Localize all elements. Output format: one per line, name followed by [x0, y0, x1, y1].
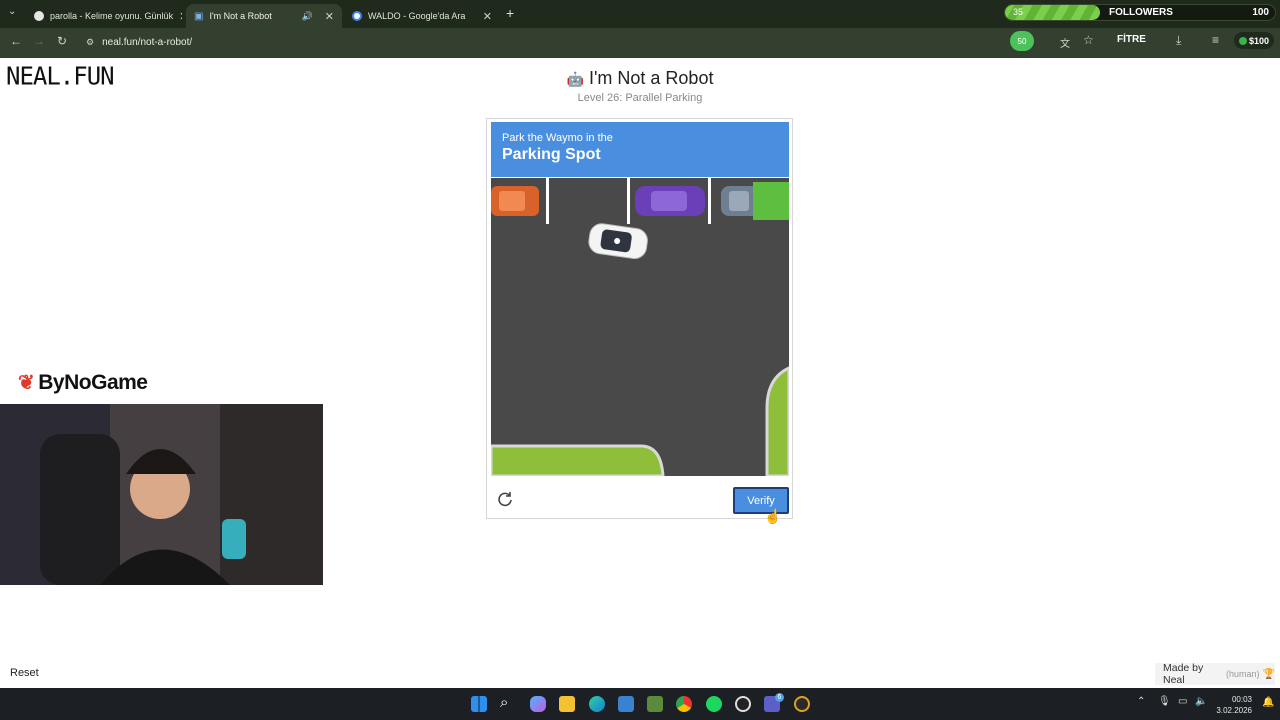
translate-icon[interactable]: 文 — [1060, 35, 1070, 50]
orange-car-icon — [491, 186, 539, 216]
bynogame-flame-icon: ❦ — [18, 372, 35, 394]
extension-badge[interactable]: 50 — [1010, 31, 1034, 51]
minecraft-icon[interactable] — [647, 696, 663, 712]
spotify-icon[interactable] — [706, 696, 722, 712]
search-icon[interactable]: ⌕ — [500, 694, 508, 711]
close-tab-icon[interactable]: ✕ — [179, 10, 182, 23]
bynogame-text: ByNoGame — [38, 370, 148, 394]
site-info-icon[interactable]: ⚙ — [86, 37, 94, 48]
money-value: $100 — [1248, 35, 1270, 46]
clock-date: 3.02.2026 — [1216, 706, 1252, 715]
file-explorer-icon[interactable] — [559, 696, 575, 712]
close-tab-icon[interactable]: ✕ — [325, 10, 334, 23]
teams-badge: 6 — [775, 693, 784, 702]
money-badge[interactable]: $100 — [1234, 32, 1274, 49]
taskbar — [0, 688, 1280, 720]
page-title: 🤖 I'm Not a Robot — [540, 68, 740, 89]
microphone-icon[interactable]: 🎙 — [1158, 696, 1171, 707]
made-by-human-note: (human) — [1226, 669, 1260, 679]
refresh-challenge-icon[interactable] — [496, 490, 516, 510]
tab-list-chevron-icon[interactable]: ⌄ — [8, 6, 16, 17]
clock-time: 00:03 — [1231, 695, 1252, 704]
app-icon[interactable] — [794, 696, 810, 712]
store-icon[interactable] — [618, 696, 634, 712]
extension-badge-value: 50 — [1017, 36, 1027, 46]
webcam-feed — [0, 404, 323, 585]
captcha-header: Park the Waymo in the Parking Spot — [491, 122, 789, 177]
grass-curb — [491, 444, 665, 476]
waymo-car-icon — [588, 223, 648, 259]
new-tab-icon[interactable]: + — [506, 5, 514, 21]
parking-line — [627, 178, 630, 224]
tab-waldo[interactable]: WALDO - Google'da Ara ✕ — [344, 4, 500, 28]
made-by-credit[interactable]: Made by Neal (human) 🏆 — [1155, 662, 1275, 686]
forward-icon[interactable]: → — [33, 34, 45, 48]
purple-car-icon — [635, 186, 705, 216]
followers-count: 35 — [1013, 7, 1024, 17]
tab-label: WALDO - Google'da Ara — [368, 11, 466, 21]
download-icon[interactable]: ⤓ — [1176, 33, 1181, 48]
filter-label[interactable]: FİTRE — [1117, 34, 1146, 45]
webcam-scene — [0, 404, 323, 585]
clock[interactable]: 00:03 3.02.2026 — [1210, 694, 1252, 716]
tab-parolla[interactable]: parolla - Kelime oyunu. Günlük ✕ — [26, 4, 182, 28]
captcha-instruction: Park the Waymo in the — [502, 132, 613, 144]
followers-bar: 35 FOLLOWERS 100 — [1004, 4, 1276, 21]
tab-label: I'm Not a Robot — [209, 11, 272, 21]
site-logo[interactable]: NEAL.FUN — [6, 61, 115, 90]
volume-icon[interactable]: 🔈 — [1195, 696, 1207, 707]
copilot-icon[interactable] — [530, 696, 546, 712]
tab-bar: ⌄ parolla - Kelime oyunu. Günlük ✕ ▣ I'm… — [0, 0, 1280, 28]
media-list-icon[interactable]: ≡ — [1212, 33, 1219, 47]
obs-icon[interactable] — [735, 696, 751, 712]
parking-line — [708, 178, 711, 224]
trophy-icon: 🏆 — [1262, 668, 1275, 680]
back-icon[interactable]: ← — [10, 34, 22, 48]
close-tab-icon[interactable]: ✕ — [483, 10, 492, 23]
robot-favicon-icon: ▣ — [194, 10, 204, 22]
google-favicon-icon — [352, 11, 362, 21]
address-bar[interactable]: ⚙ neal.fun/not-a-robot/ — [86, 32, 1016, 52]
reload-icon[interactable]: ↻ — [57, 34, 67, 48]
grass-curb — [765, 366, 789, 476]
parking-lot[interactable] — [491, 178, 789, 476]
followers-label: FOLLOWERS — [1109, 7, 1173, 18]
level-subtitle: Level 26: Parallel Parking — [577, 92, 703, 104]
edge-icon[interactable] — [589, 696, 605, 712]
coin-icon — [1238, 36, 1247, 45]
robot-icon: 🤖 — [566, 71, 584, 87]
notifications-icon[interactable]: 🔔 — [1262, 697, 1274, 708]
tab-not-a-robot[interactable]: ▣ I'm Not a Robot 🔊 ✕ — [186, 4, 342, 28]
made-by-text: Made by Neal — [1163, 662, 1204, 686]
followers-goal: 100 — [1252, 7, 1269, 18]
chrome-icon[interactable] — [676, 696, 692, 712]
reset-button[interactable]: Reset — [10, 667, 39, 679]
bynogame-logo: ❦ ByNoGame — [18, 370, 148, 395]
mouse-cursor-icon: ☝ — [764, 508, 782, 524]
parking-line — [546, 178, 549, 224]
page-title-text: I'm Not a Robot — [588, 68, 714, 88]
hedge — [753, 182, 789, 220]
captcha-target: Parking Spot — [502, 146, 601, 163]
speaker-icon[interactable]: 🔊 — [302, 11, 313, 22]
network-icon[interactable]: ▭ — [1178, 696, 1187, 707]
bookmark-star-icon[interactable]: ☆ — [1083, 33, 1094, 47]
tray-chevron-icon[interactable]: ⌃ — [1137, 696, 1145, 707]
url-text: neal.fun/not-a-robot/ — [102, 36, 193, 48]
parking-lot-scene — [491, 178, 789, 476]
parolla-favicon-icon — [34, 11, 44, 21]
windows-start-icon[interactable] — [471, 696, 487, 712]
tab-label: parolla - Kelime oyunu. Günlük — [50, 11, 174, 21]
